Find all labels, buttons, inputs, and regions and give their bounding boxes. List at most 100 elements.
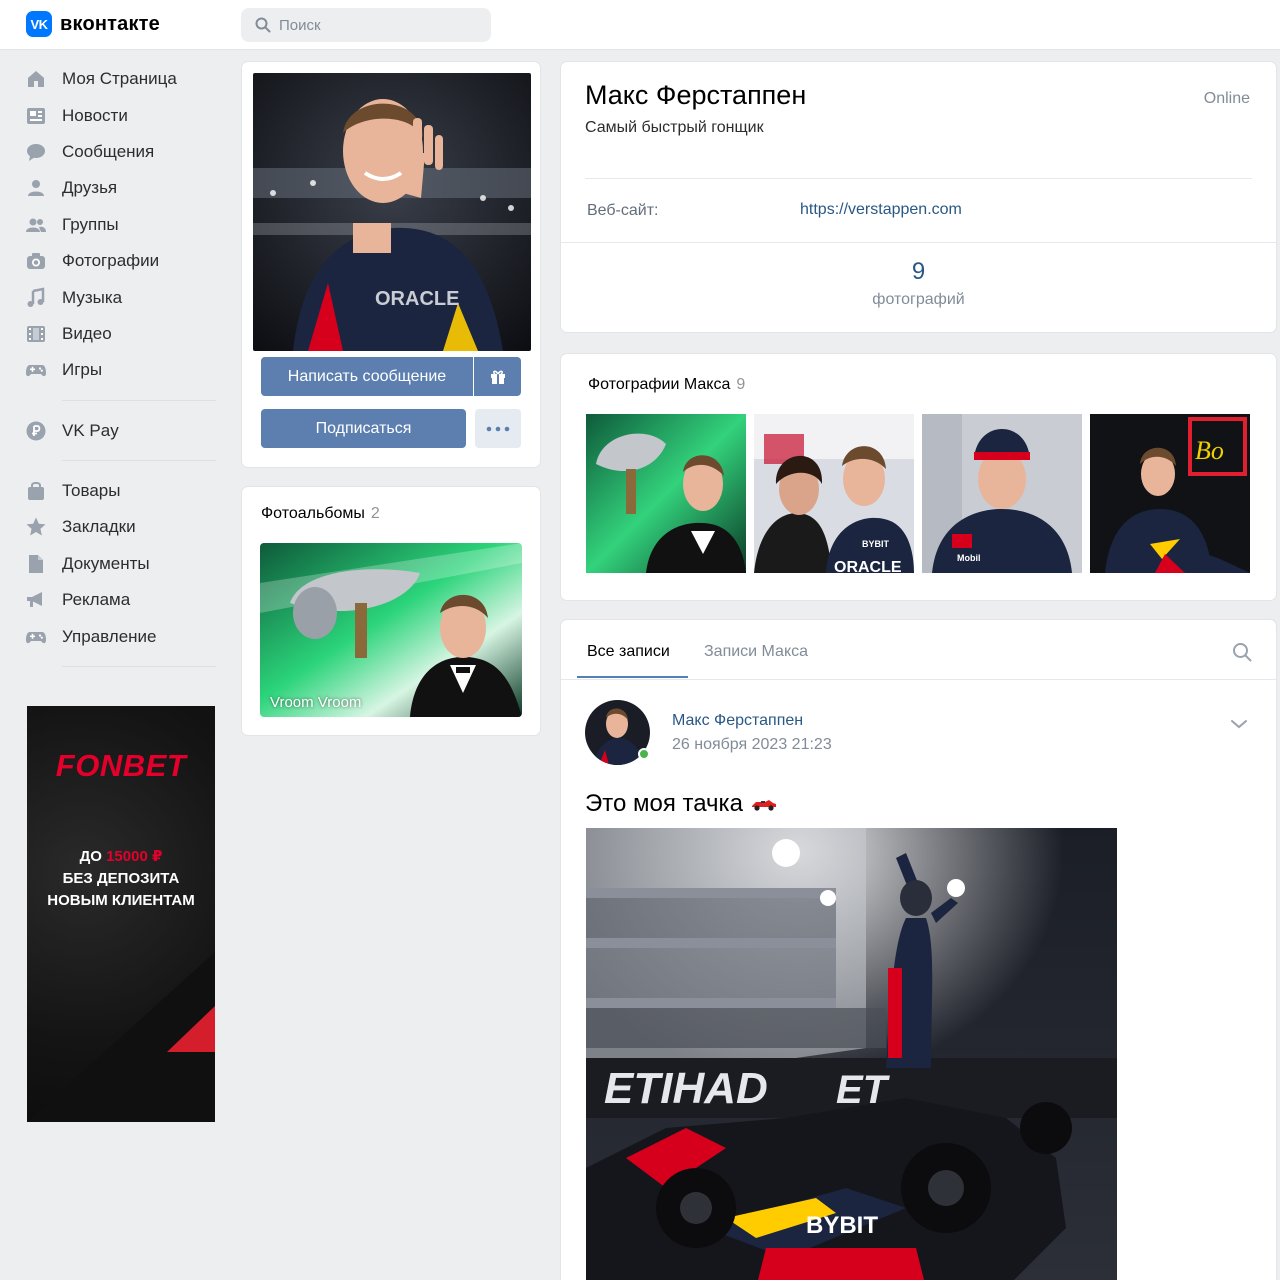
sidebar-item-label: Управление: [62, 626, 157, 646]
chevron-down-icon: [1231, 720, 1247, 729]
sidebar-item-label: Реклама: [62, 590, 131, 610]
vk-logo-icon: VK: [26, 11, 52, 37]
bag-icon: [24, 479, 48, 503]
photo-albums-card: Фотоальбомы 2 Vroom Vroom: [242, 487, 540, 735]
racecar-emoji-icon: [751, 800, 776, 811]
sidebar-item-ads[interactable]: Реклама: [24, 582, 216, 618]
tab-all-posts[interactable]: Все записи: [587, 643, 670, 661]
home-icon: [24, 67, 48, 91]
sidebar-item-label: Сообщения: [62, 141, 155, 161]
document-icon: [24, 552, 48, 576]
vkpay-icon: [24, 419, 48, 443]
divider: [561, 242, 1276, 243]
sidebar-item-label: Документы: [62, 553, 150, 573]
albums-title[interactable]: Фотоальбомы 2: [261, 505, 380, 523]
search-input[interactable]: [279, 16, 469, 34]
more-actions-button[interactable]: [475, 409, 521, 448]
menu-divider: [62, 665, 216, 667]
sidebar-item-label: Фотографии: [62, 251, 160, 271]
sidebar-item-management[interactable]: Управление: [24, 618, 216, 654]
photo-thumbnail[interactable]: BYBIT ORACLE: [754, 414, 914, 573]
top-header: VK вконтакте: [0, 0, 1280, 50]
photo-thumbnail[interactable]: Bo: [1090, 414, 1250, 573]
photo-thumbnail[interactable]: [586, 414, 746, 573]
messages-icon: [24, 140, 48, 164]
camera-icon: [24, 249, 48, 273]
more-dots-icon: [486, 426, 510, 431]
send-message-button[interactable]: Написать сообщение: [261, 357, 473, 396]
profile-info-card: Макс Ферстаппен Самый быстрый гонщик Onl…: [561, 62, 1276, 332]
news-icon: [24, 104, 48, 128]
photos-counter-number[interactable]: 9: [561, 258, 1276, 286]
gamepad-icon: [24, 358, 48, 382]
sidebar-item-label: Товары: [62, 481, 121, 501]
svg-text:BYBIT: BYBIT: [862, 539, 890, 549]
menu-divider: [62, 459, 216, 461]
vk-logo-text: вконтакте: [60, 12, 160, 35]
sidebar-item-my-page[interactable]: Моя Страница: [24, 61, 216, 97]
sidebar-item-label: Видео: [62, 323, 112, 343]
album-name: Vroom Vroom: [270, 694, 362, 711]
post-date[interactable]: 26 ноября 2023 21:23: [672, 736, 832, 754]
sidebar-item-bookmarks[interactable]: Закладки: [24, 509, 216, 545]
photo-thumbnail[interactable]: Mobil: [922, 414, 1082, 573]
wall-tabs: Все записи Записи Макса: [561, 620, 1276, 680]
albums-count: 2: [370, 505, 380, 522]
left-menu: Моя Страница Новости Сообщения Друзья Гр…: [24, 61, 216, 679]
sidebar-item-documents[interactable]: Документы: [24, 546, 216, 582]
photos-title[interactable]: Фотографии Макса 9: [588, 376, 745, 394]
albums-title-text: Фотоальбомы: [261, 505, 365, 522]
fonbet-logo: FONBET: [55, 748, 187, 783]
album-cover[interactable]: Vroom Vroom: [260, 543, 522, 717]
sidebar-item-vk-pay[interactable]: VK Pay: [24, 413, 216, 449]
website-link[interactable]: https://verstappen.com: [800, 201, 962, 219]
sidebar-item-label: Группы: [62, 214, 119, 234]
ad-line-1-prefix: ДО: [79, 848, 107, 865]
sidebar-item-music[interactable]: Музыка: [24, 279, 216, 315]
ad-amount: 15000 ₽: [106, 848, 163, 865]
online-indicator: [638, 748, 650, 760]
post-text: Это моя тачка: [585, 790, 777, 818]
subscribe-button[interactable]: Подписаться: [261, 409, 466, 448]
photos-counter-label[interactable]: фотографий: [561, 291, 1276, 309]
sidebar-item-goods[interactable]: Товары: [24, 473, 216, 509]
music-icon: [24, 286, 48, 310]
sidebar-item-label: Закладки: [62, 517, 136, 537]
wall-search-button[interactable]: [1232, 642, 1252, 667]
sidebar-item-games[interactable]: Игры: [24, 352, 216, 388]
post-menu-button[interactable]: [1230, 716, 1248, 734]
ad-line-3: НОВЫМ КЛИЕНТАМ: [47, 892, 195, 909]
gift-icon: [490, 370, 505, 384]
sidebar-item-video[interactable]: Видео: [24, 316, 216, 352]
profile-avatar-photo[interactable]: ORACLE: [253, 73, 531, 351]
post-author-name[interactable]: Макс Ферстаппен: [672, 712, 803, 730]
ad-text: ДО 15000 ₽ БЕЗ ДЕПОЗИТА НОВЫМ КЛИЕНТАМ: [27, 846, 215, 912]
gamepad-icon: [24, 625, 48, 649]
sidebar-item-label: Друзья: [62, 178, 118, 198]
profile-name: Макс Ферстаппен: [585, 80, 807, 110]
wall-card: Все записи Записи Макса Макс Ферстаппен …: [561, 620, 1276, 1280]
sidebar-item-messages[interactable]: Сообщения: [24, 134, 216, 170]
ad-line-2: БЕЗ ДЕПОЗИТА: [62, 870, 180, 887]
svg-text:ORACLE: ORACLE: [375, 288, 459, 310]
online-status: Online: [1203, 90, 1250, 107]
video-icon: [24, 322, 48, 346]
post-photo[interactable]: ETIHAD ET BYBIT: [586, 828, 1117, 1280]
tab-own-posts[interactable]: Записи Макса: [704, 643, 808, 661]
ad-banner[interactable]: FONBET ДО 15000 ₽ БЕЗ ДЕПОЗИТА НОВЫМ КЛИ…: [27, 706, 215, 1122]
sidebar-item-photos[interactable]: Фотографии: [24, 243, 216, 279]
gift-button[interactable]: [474, 357, 521, 396]
sidebar-item-news[interactable]: Новости: [24, 97, 216, 133]
sidebar-item-friends[interactable]: Друзья: [24, 170, 216, 206]
vk-logo[interactable]: VK вконтакте: [26, 11, 160, 37]
groups-icon: [24, 213, 48, 237]
divider: [585, 178, 1252, 179]
sidebar-item-groups[interactable]: Группы: [24, 207, 216, 243]
website-label: Веб-сайт:: [587, 202, 659, 219]
search-box[interactable]: [241, 8, 491, 42]
search-icon: [255, 17, 271, 33]
sidebar-item-label: VK Pay: [62, 420, 119, 440]
menu-divider: [62, 399, 216, 401]
sidebar-item-label: Новости: [62, 105, 128, 125]
ad-line-1: ДО 15000 ₽: [27, 846, 215, 868]
